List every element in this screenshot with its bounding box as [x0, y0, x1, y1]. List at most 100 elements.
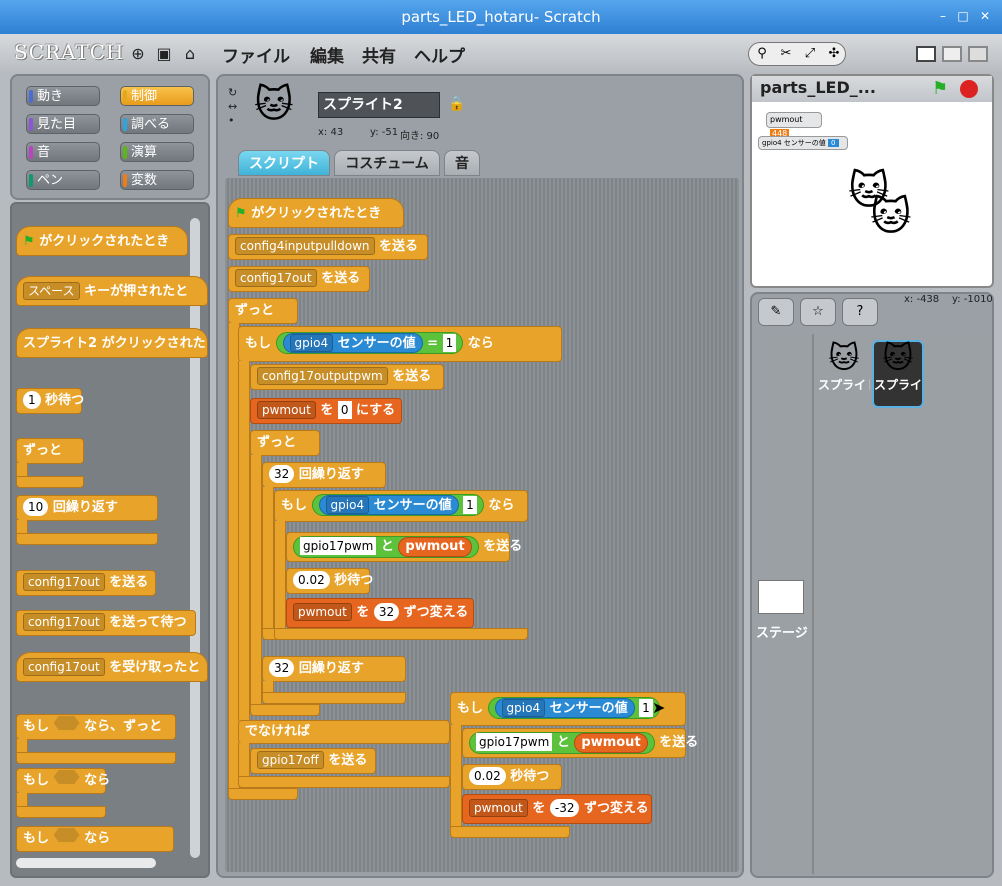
- category-0[interactable]: 動き: [26, 86, 100, 106]
- globe-icon[interactable]: ⊕: [128, 44, 148, 64]
- palette-if2-block[interactable]: もし なら: [16, 826, 174, 852]
- normal-stage-icon[interactable]: [942, 46, 962, 62]
- sprite-tile-2[interactable]: 🐱 スプライト2: [872, 340, 924, 408]
- value-input[interactable]: 32: [373, 603, 400, 621]
- forever-block[interactable]: ずっと: [228, 298, 298, 324]
- category-6[interactable]: ペン: [26, 170, 100, 190]
- broadcast-join-block[interactable]: gpio17pwm と pwmout を送る: [286, 532, 522, 562]
- tab-sounds[interactable]: 音: [444, 150, 480, 176]
- set-variable-block[interactable]: pwmout を 0 にする: [250, 398, 402, 424]
- change-variable-block[interactable]: pwmout を 32 ずつ変える: [286, 598, 474, 628]
- text-input[interactable]: gpio17pwm: [300, 537, 377, 555]
- repeat-block[interactable]: 32 回繰り返す: [262, 656, 406, 682]
- palette-flag-hat[interactable]: ⚑ がクリックされたとき: [16, 226, 188, 256]
- variable-reporter[interactable]: pwmout: [574, 733, 648, 753]
- variable-dropdown[interactable]: pwmout: [293, 603, 352, 621]
- wait-input[interactable]: 0.02: [469, 767, 506, 785]
- sensor-monitor[interactable]: gpio4 センサーの値 0: [758, 136, 848, 150]
- broadcast-dropdown[interactable]: config4inputpulldown: [235, 237, 375, 255]
- broadcast-block[interactable]: config4inputpulldown を送る: [228, 234, 428, 260]
- broadcast-join-block[interactable]: gpio17pwm と pwmout を送る: [462, 728, 698, 758]
- boolean-slot[interactable]: [53, 770, 80, 784]
- equals-operator[interactable]: gpio4 センサーの値 = 1: [275, 332, 464, 354]
- cut-icon[interactable]: ✂: [776, 45, 796, 63]
- close-icon[interactable]: ✕: [978, 9, 992, 23]
- tab-scripts[interactable]: スクリプト: [238, 150, 330, 176]
- menu-share[interactable]: 共有: [362, 42, 396, 67]
- presentation-icon[interactable]: [968, 46, 988, 62]
- random-sprite-button[interactable]: ?: [842, 298, 878, 326]
- wait-input[interactable]: 1: [23, 391, 41, 409]
- menu-help[interactable]: ヘルプ: [414, 42, 465, 67]
- boolean-slot[interactable]: [53, 716, 80, 730]
- broadcast-dropdown[interactable]: gpio17off: [257, 751, 324, 769]
- shrink-icon[interactable]: ✣: [824, 45, 844, 63]
- change-variable-block[interactable]: pwmout を -32 ずつ変える: [462, 794, 652, 824]
- maximize-icon[interactable]: □: [956, 9, 970, 23]
- tab-costumes[interactable]: コスチューム: [334, 150, 440, 176]
- receive-dropdown[interactable]: config17out: [23, 658, 105, 676]
- value-input[interactable]: 1: [463, 496, 477, 514]
- sprite-name-field[interactable]: スプライト2: [318, 92, 440, 118]
- palette-scrollbar[interactable]: [190, 218, 200, 858]
- sensor-reporter[interactable]: gpio4 センサーの値: [494, 698, 635, 718]
- cat-sprite-2[interactable]: 🐱: [870, 194, 912, 240]
- broadcast-block[interactable]: gpio17off を送る: [250, 748, 376, 774]
- variable-monitor[interactable]: pwmout 448: [766, 112, 822, 138]
- sensor-reporter[interactable]: gpio4 センサーの値: [318, 495, 459, 515]
- palette-sprite-hat[interactable]: スプライト2 がクリックされた: [16, 328, 208, 358]
- palette-broadcast-block[interactable]: config17out を送る: [16, 570, 156, 596]
- if-else-block[interactable]: もし gpio4 センサーの値 = 1 なら: [238, 326, 562, 362]
- join-operator[interactable]: gpio17pwm と pwmout: [293, 536, 479, 558]
- repeat-input[interactable]: 32: [269, 659, 295, 677]
- variable-dropdown[interactable]: pwmout: [257, 401, 316, 419]
- value-input[interactable]: -32: [549, 799, 580, 817]
- boolean-slot[interactable]: [53, 828, 80, 842]
- share-icon[interactable]: ⌂: [180, 44, 200, 64]
- palette-receive-hat[interactable]: config17out を受け取ったと: [16, 652, 208, 682]
- small-stage-icon[interactable]: [916, 46, 936, 62]
- broadcast-block[interactable]: config17outputpwm を送る: [250, 364, 444, 390]
- palette-repeat-block[interactable]: 10 回繰り返す: [16, 495, 158, 521]
- save-icon[interactable]: ▣: [154, 44, 174, 64]
- broadcast-dropdown[interactable]: config17out: [23, 573, 105, 591]
- palette-hscrollbar[interactable]: [16, 858, 156, 868]
- palette-key-hat[interactable]: スペース キーが押されたと: [16, 276, 208, 306]
- menu-file[interactable]: ファイル: [222, 42, 290, 67]
- forever-block[interactable]: ずっと: [250, 430, 320, 456]
- broadcast-wait-dropdown[interactable]: config17out: [23, 613, 105, 631]
- value-input[interactable]: 1: [639, 699, 653, 717]
- broadcast-dropdown[interactable]: config17out: [235, 269, 317, 287]
- loose-if-block[interactable]: もし gpio4 センサーの値 1: [450, 692, 686, 726]
- wait-input[interactable]: 0.02: [293, 571, 330, 589]
- sensor-reporter[interactable]: gpio4 センサーの値: [282, 333, 423, 353]
- text-input[interactable]: gpio17pwm: [476, 733, 553, 751]
- paint-sprite-button[interactable]: ✎: [758, 298, 794, 326]
- palette-wait-block[interactable]: 1 秒待つ: [16, 388, 84, 414]
- wait-block[interactable]: 0.02 秒待つ: [462, 764, 562, 790]
- menu-edit[interactable]: 編集: [310, 42, 344, 67]
- wait-block[interactable]: 0.02 秒待つ: [286, 568, 373, 594]
- broadcast-dropdown[interactable]: config17outputpwm: [257, 367, 388, 385]
- category-4[interactable]: 音: [26, 142, 100, 162]
- category-3[interactable]: 調べる: [120, 114, 194, 134]
- stage-thumbnail[interactable]: [758, 580, 804, 614]
- join-operator[interactable]: gpio17pwm と pwmout: [469, 732, 655, 754]
- category-2[interactable]: 見た目: [26, 114, 100, 134]
- palette-broadcast-wait-block[interactable]: config17out を送って待つ: [16, 610, 196, 636]
- sprite-tile-1[interactable]: 🐱 スプライト1: [818, 342, 870, 408]
- key-dropdown[interactable]: スペース: [23, 282, 80, 300]
- lock-icon[interactable]: 🔒: [448, 96, 465, 112]
- repeat-input[interactable]: 32: [269, 465, 295, 483]
- broadcast-block[interactable]: config17out を送る: [228, 266, 370, 292]
- choose-sprite-button[interactable]: ☆: [800, 298, 836, 326]
- equals-operator[interactable]: gpio4 センサーの値 1: [311, 494, 484, 516]
- stop-button[interactable]: [960, 80, 978, 98]
- grow-icon[interactable]: ⤢: [800, 45, 820, 63]
- rotation-style-buttons[interactable]: ↻ ↔ •: [228, 86, 237, 128]
- sensor-dropdown[interactable]: gpio4: [325, 496, 370, 514]
- palette-if-block[interactable]: もし なら: [16, 768, 110, 794]
- palette-forever-block[interactable]: ずっと: [16, 438, 84, 464]
- category-5[interactable]: 演算: [120, 142, 194, 162]
- value-input[interactable]: 0: [337, 401, 352, 419]
